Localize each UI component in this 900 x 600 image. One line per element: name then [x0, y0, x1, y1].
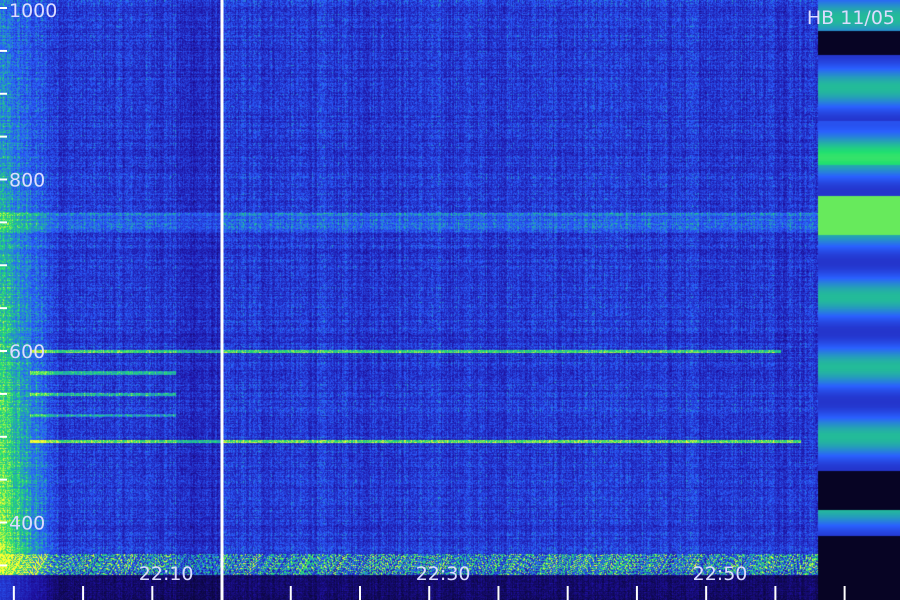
x-axis: 22:10 22:30 22:50	[12, 563, 846, 600]
y-tick-label: 800	[9, 170, 45, 192]
x-tick-label: 22:50	[693, 563, 748, 585]
station-tag: HB 11/05	[807, 7, 895, 29]
y-tick-label: 600	[9, 341, 45, 363]
spectrogram-chart: 1000 800 600 400 22:10 22:30 22:50 HB 11/05	[0, 0, 900, 600]
y-tick-label: 400	[9, 513, 45, 535]
x-tick-label: 22:30	[416, 563, 471, 585]
y-axis: 1000 800 600 400	[0, 0, 57, 567]
chart-overlay: 1000 800 600 400 22:10 22:30 22:50 HB 11/05	[0, 0, 895, 600]
x-tick-label: 22:10	[139, 563, 194, 585]
y-tick-label: 1000	[9, 0, 57, 22]
